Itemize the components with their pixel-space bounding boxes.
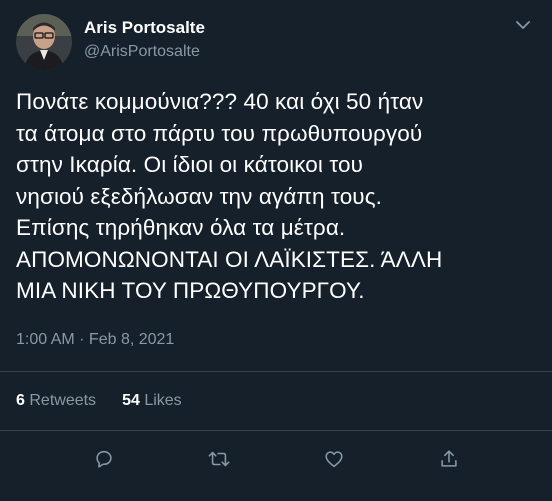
avatar[interactable] bbox=[16, 14, 72, 70]
tweet-actions bbox=[16, 431, 536, 487]
retweets-count: 6 bbox=[16, 391, 25, 409]
heart-icon[interactable] bbox=[321, 446, 347, 472]
tweet-stats: 6 Retweets 54 Likes bbox=[16, 372, 536, 430]
likes-label: Likes bbox=[144, 391, 182, 409]
chevron-down-icon[interactable] bbox=[514, 16, 532, 34]
retweets-stat[interactable]: 6 Retweets bbox=[16, 392, 96, 410]
reply-icon[interactable] bbox=[91, 446, 117, 472]
tweet-card: Aris Portosalte @ArisPortosalte Πονάτε κ… bbox=[0, 0, 552, 501]
user-names: Aris Portosalte @ArisPortosalte bbox=[84, 17, 205, 63]
likes-count: 54 bbox=[122, 391, 140, 409]
tweet-timestamp[interactable]: 1:00 AM · Feb 8, 2021 bbox=[16, 329, 536, 351]
avatar-image bbox=[16, 14, 72, 70]
user-handle[interactable]: @ArisPortosalte bbox=[84, 41, 205, 63]
display-name[interactable]: Aris Portosalte bbox=[84, 17, 205, 39]
retweets-label: Retweets bbox=[29, 391, 97, 409]
tweet-header: Aris Portosalte @ArisPortosalte bbox=[16, 12, 536, 74]
retweet-icon[interactable] bbox=[206, 446, 232, 472]
tweet-text: Πονάτε κομμούνια??? 40 και όχι 50 ήταν τ… bbox=[16, 89, 443, 303]
share-icon[interactable] bbox=[436, 446, 462, 472]
likes-stat[interactable]: 54 Likes bbox=[122, 392, 182, 410]
